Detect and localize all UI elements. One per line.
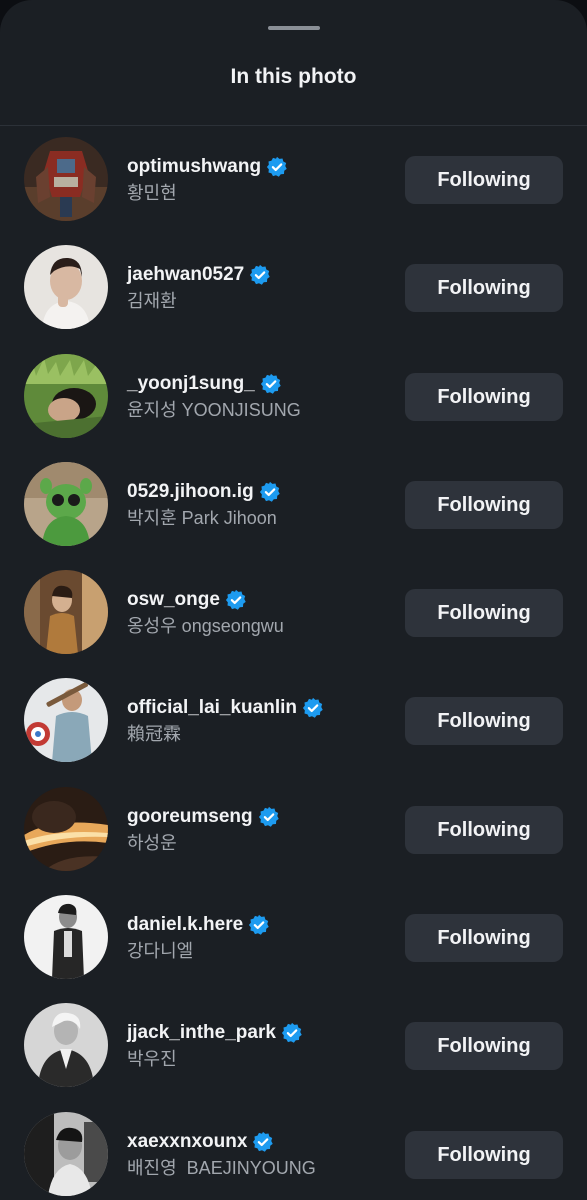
verified-badge-icon: [249, 914, 269, 935]
avatar[interactable]: [24, 1111, 108, 1196]
following-button[interactable]: Following: [405, 805, 563, 854]
following-button[interactable]: Following: [405, 372, 563, 421]
username[interactable]: _yoonj1sung_: [127, 373, 255, 395]
following-button[interactable]: Following: [405, 156, 563, 204]
full-name: 박우진: [127, 1049, 177, 1070]
list-item[interactable]: official_lai_kuanlin 賴冠霖 Following: [0, 667, 587, 775]
avatar[interactable]: [24, 786, 108, 871]
username[interactable]: jaehwan0527: [127, 264, 244, 286]
list-item[interactable]: _yoonj1sung_ 윤지성 YOONJISUNG Following: [0, 343, 587, 451]
full-name: 賴冠霖: [127, 724, 181, 745]
username[interactable]: 0529.jihoon.ig: [127, 481, 254, 503]
verified-badge-icon: [260, 373, 281, 394]
photo-tags-sheet: In this photo optimushwang 황민현 Following…: [0, 0, 587, 1200]
avatar[interactable]: [24, 1003, 108, 1088]
list-item[interactable]: daniel.k.here 강다니엘 Following: [0, 884, 587, 992]
avatar[interactable]: [24, 895, 108, 980]
verified-badge-icon: [225, 590, 246, 610]
sheet-title: In this photo: [230, 65, 357, 88]
verified-badge-icon: [281, 1023, 302, 1044]
full-name: 김재환: [127, 291, 177, 312]
list-item[interactable]: osw_onge 옹성우 ongseongwu Following: [0, 559, 587, 667]
avatar[interactable]: [24, 461, 108, 546]
avatar[interactable]: [24, 245, 108, 330]
verified-badge-icon: [253, 1131, 274, 1152]
list-item[interactable]: 0529.jihoon.ig 박지훈 Park Jihoon Following: [0, 451, 587, 559]
list-item[interactable]: jaehwan0527 김재환 Following: [0, 234, 587, 342]
username[interactable]: jjack_inthe_park: [127, 1022, 276, 1044]
list-item[interactable]: xaexxnxounx 배진영 BAEJINYOUNG Following: [0, 1101, 587, 1200]
username[interactable]: daniel.k.here: [127, 914, 243, 936]
username[interactable]: xaexxnxounx: [127, 1131, 247, 1153]
verified-badge-icon: [266, 156, 287, 177]
full-name: 박지훈 Park Jihoon: [127, 507, 277, 528]
full-name: 황민현: [127, 183, 177, 203]
full-name: 배진영 BAEJINYOUNG: [127, 1157, 316, 1178]
full-name: 윤지성 YOONJISUNG: [127, 399, 301, 420]
list-item[interactable]: jjack_inthe_park 박우진 Following: [0, 992, 587, 1100]
following-button[interactable]: Following: [405, 914, 563, 963]
following-button[interactable]: Following: [405, 589, 563, 638]
full-name: 강다니엘: [127, 941, 194, 962]
full-name: 하성운: [127, 832, 177, 853]
verified-badge-icon: [259, 481, 280, 502]
avatar[interactable]: [24, 353, 108, 438]
verified-badge-icon: [258, 806, 279, 827]
avatar[interactable]: [24, 570, 108, 655]
avatar[interactable]: [24, 137, 108, 221]
tagged-people-list: optimushwang 황민현 Following jaehwan0527 김…: [0, 126, 587, 1200]
username[interactable]: osw_onge: [127, 589, 220, 611]
following-button[interactable]: Following: [405, 264, 563, 313]
following-button[interactable]: Following: [405, 697, 563, 746]
sheet-drag-handle[interactable]: [268, 26, 320, 30]
following-button[interactable]: Following: [405, 1022, 563, 1071]
following-button[interactable]: Following: [405, 1130, 563, 1179]
avatar[interactable]: [24, 678, 108, 763]
username[interactable]: gooreumseng: [127, 806, 253, 828]
verified-badge-icon: [250, 265, 270, 286]
following-button[interactable]: Following: [405, 480, 563, 529]
list-item[interactable]: optimushwang 황민현 Following: [0, 126, 587, 234]
username[interactable]: optimushwang: [127, 156, 261, 178]
username[interactable]: official_lai_kuanlin: [127, 697, 297, 719]
full-name: 옹성우 ongseongwu: [127, 616, 284, 637]
list-item[interactable]: gooreumseng 하성운 Following: [0, 776, 587, 884]
verified-badge-icon: [302, 698, 323, 719]
